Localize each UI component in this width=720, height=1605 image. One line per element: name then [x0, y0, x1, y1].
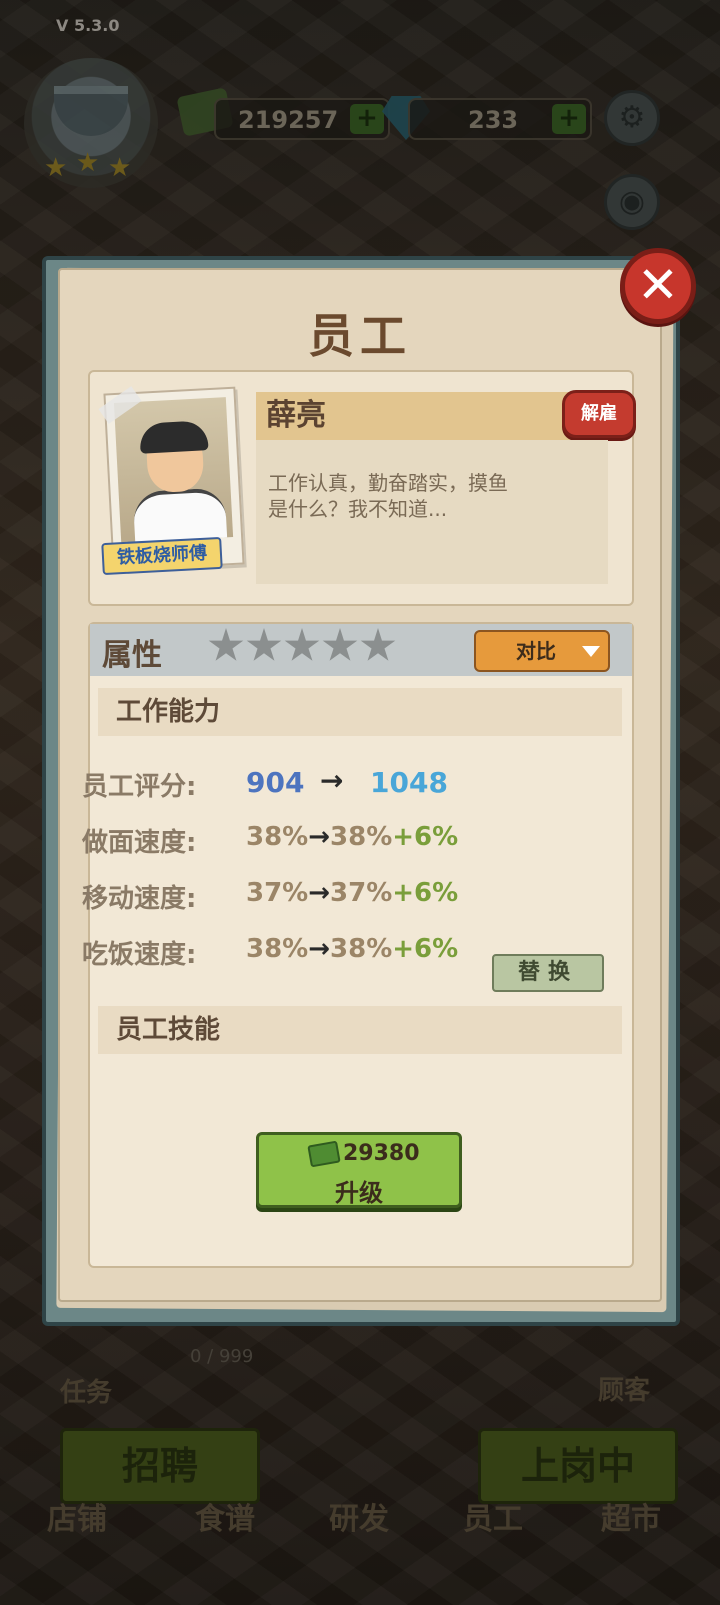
- chevron-down-icon: [582, 646, 600, 657]
- upgrade-button[interactable]: 29380 升级: [256, 1132, 462, 1208]
- move-speed-label: 移动速度:: [82, 884, 197, 914]
- score-after: 1048: [370, 766, 448, 799]
- employee-bio: 工作认真，勤奋踏实，摸鱼 是什么？我不知道...: [256, 440, 608, 584]
- arrow-right-icon: →: [320, 764, 344, 797]
- job-title-ribbon: 铁板烧师傅: [101, 536, 223, 576]
- eat-speed-label: 吃饭速度:: [82, 940, 197, 970]
- noodle-speed-value: 38%→38%+6%: [246, 822, 459, 852]
- replace-button[interactable]: 替换: [492, 954, 604, 992]
- bio-line: 是什么？我不知道...: [268, 497, 448, 521]
- eat-speed-value: 38%→38%+6%: [246, 934, 459, 964]
- work-ability-section: 工作能力: [98, 688, 622, 736]
- close-button[interactable]: ✕: [620, 248, 696, 324]
- dialog-title: 员工: [308, 309, 412, 363]
- score-label: 员工评分:: [82, 772, 197, 802]
- portrait-body: [132, 487, 228, 543]
- cash-icon: [307, 1140, 341, 1168]
- employee-name: 薛亮: [256, 392, 608, 440]
- move-speed-value: 37%→37%+6%: [246, 878, 459, 908]
- fire-button[interactable]: 解雇: [562, 390, 636, 438]
- bio-line: 工作认真，勤奋踏实，摸鱼: [268, 471, 508, 495]
- close-icon: ✕: [637, 256, 679, 314]
- upgrade-label: 升级: [335, 1179, 383, 1207]
- portrait-photo: [113, 397, 234, 543]
- noodle-speed-label: 做面速度:: [82, 828, 197, 858]
- skills-section: 员工技能: [98, 1006, 622, 1054]
- score-before: 904: [246, 766, 305, 799]
- upgrade-cost: 29380: [343, 1141, 420, 1166]
- attributes-title: 属性: [102, 638, 162, 673]
- portrait-cap: [139, 420, 209, 454]
